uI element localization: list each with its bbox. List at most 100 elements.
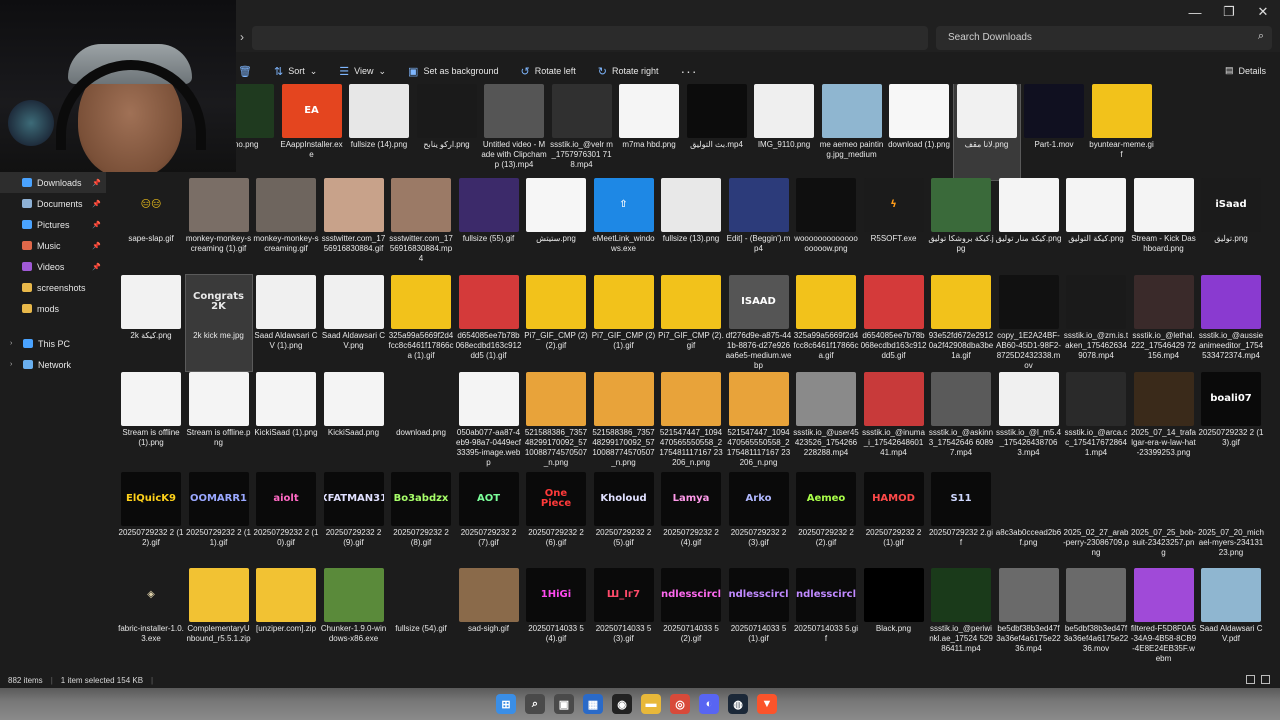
- pin-icon[interactable]: 📌: [92, 200, 101, 208]
- sidebar-item-screenshots[interactable]: screenshots: [0, 277, 106, 298]
- file-item[interactable]: boali07 20250729232 2 (13).gif: [1198, 372, 1264, 468]
- file-item[interactable]: Pi7_GIF_CMP (2).gif: [658, 275, 724, 371]
- file-item[interactable]: كيكة التوليق.png: [1063, 178, 1129, 274]
- file-item[interactable]: ssstik.io_@aussieanimeeditor_17545334723…: [1198, 275, 1264, 371]
- chrome-icon[interactable]: ◎: [670, 694, 690, 714]
- file-item[interactable]: ssstik.io_@periwinkl.ae_17524 52986411.m…: [928, 568, 994, 664]
- file-item[interactable]: woooooooooooooooooow.png: [793, 178, 859, 274]
- file-item[interactable]: ssstik.io_@l_m5.4_175426438706 3.mp4: [996, 372, 1062, 468]
- file-item[interactable]: HAMOD 20250729232 2 (1).gif: [861, 472, 927, 568]
- search-input[interactable]: Search Downloads ⌕: [936, 26, 1272, 50]
- file-item[interactable]: 1HiGi 20250714033 5 (4).gif: [523, 568, 589, 664]
- file-item[interactable]: download.png: [388, 372, 454, 468]
- view-button[interactable]: ☰ View ⌄: [339, 65, 386, 78]
- tiles-view-icon[interactable]: [1261, 675, 1270, 684]
- file-item[interactable]: ssstik.io_@user45423526_1754266228288.mp…: [793, 372, 859, 468]
- file-item[interactable]: 😑😑 sape-slap.gif: [118, 178, 184, 274]
- file-item[interactable]: ϟ R5SOFT.exe: [861, 178, 927, 274]
- file-item[interactable]: OOMARR1 20250729232 2 (11).gif: [186, 472, 252, 568]
- file-item[interactable]: fullsize (14).png: [346, 84, 412, 180]
- file-item[interactable]: 521547447_1094470565550558_2175481117167…: [726, 372, 792, 468]
- file-item[interactable]: Saad Aldawsari CV (1).png: [253, 275, 319, 371]
- close-button[interactable]: ✕: [1246, 0, 1280, 24]
- expand-chevron-icon[interactable]: ›: [10, 361, 18, 368]
- search-icon[interactable]: ⌕: [525, 694, 545, 714]
- sidebar-item-this-pc[interactable]: › This PC: [0, 333, 106, 354]
- file-item[interactable]: a8c3ab0ccead2b6f.png: [996, 472, 1062, 568]
- file-item[interactable]: 2025_07_25_bob-suit-23423257.png: [1131, 472, 1197, 568]
- file-item[interactable]: [unziper.com].zip: [253, 568, 319, 664]
- file-item[interactable]: 050ab077-aa87-4eb9-98a7-0449ecf33395-ima…: [456, 372, 522, 468]
- file-item[interactable]: ISAAD df276d9e-a875-441b-8876-d27e926aa6e…: [726, 275, 792, 371]
- file-item[interactable]: m7ma hbd.png: [616, 84, 682, 180]
- file-item[interactable]: Part-1.mov: [1021, 84, 1087, 180]
- pin-icon[interactable]: 📌: [92, 221, 101, 229]
- file-item[interactable]: be5dbf38b3ed47f3a36ef4a6175e2236.mov: [1063, 568, 1129, 664]
- file-item[interactable]: aiolt 20250729232 2 (10).gif: [253, 472, 319, 568]
- file-item[interactable]: XFATMAN31 20250729232 2 (9).gif: [321, 472, 387, 568]
- delete-button[interactable]: 🗑: [238, 65, 252, 78]
- file-item[interactable]: ssstik.io_@inuma_i_17542648601 41.mp4: [861, 372, 927, 468]
- file-item[interactable]: Kholoud 20250729232 2 (5).gif: [591, 472, 657, 568]
- file-item[interactable]: Bo3abdzx 20250729232 2 (8).gif: [388, 472, 454, 568]
- file-item[interactable]: Ш_Іг7 20250714033 5 (3).gif: [591, 568, 657, 664]
- pin-icon[interactable]: 📌: [92, 263, 101, 271]
- sidebar-item-music[interactable]: Music 📌: [0, 235, 106, 256]
- file-item[interactable]: ارکو ينابح.png: [414, 84, 480, 180]
- file-item[interactable]: ComplementaryUnbound_r5.5.1.zip: [186, 568, 252, 664]
- address-bar[interactable]: [252, 26, 928, 50]
- file-item[interactable]: IMG_9110.png: [751, 84, 817, 180]
- file-item[interactable]: 325a99a5669f2d4fcc8c6461f17866ca.gif: [793, 275, 859, 371]
- file-item[interactable]: ssstwitter.com_1756916830884.gif: [321, 178, 387, 274]
- file-item[interactable]: Congrats 2K 2k kick me.jpg: [184, 274, 253, 372]
- file-item[interactable]: me aemeo painting.jpg_medium: [819, 84, 885, 180]
- sidebar-item-network[interactable]: › Network: [0, 354, 106, 375]
- file-item[interactable]: Stream is offline (1).png: [118, 372, 184, 468]
- file-item[interactable]: بث التوليق.mp4: [684, 84, 750, 180]
- set-as-background-button[interactable]: ▣ Set as background: [408, 65, 498, 78]
- file-item[interactable]: 2k كيكة.png: [118, 275, 184, 371]
- store-icon[interactable]: ▦: [583, 694, 603, 714]
- file-item[interactable]: Lamya 20250729232 2 (4).gif: [658, 472, 724, 568]
- file-item[interactable]: be5dbf38b3ed47f3a36ef4a6175e2236.mp4: [996, 568, 1062, 664]
- file-item[interactable]: monkey-monkey-screaming.gif: [253, 178, 319, 274]
- file-item[interactable]: Pi7_GIF_CMP (2) (2).gif: [523, 275, 589, 371]
- file-item[interactable]: ssstik.io_@velr m_1757976301 718.mp4: [549, 84, 615, 180]
- rotate-right-button[interactable]: ↻ Rotate right: [598, 65, 659, 78]
- file-item[interactable]: Stream is offline.png: [186, 372, 252, 468]
- steam-icon[interactable]: ◍: [728, 694, 748, 714]
- file-item[interactable]: Aemeo 20250729232 2 (2).gif: [793, 472, 859, 568]
- details-view-icon[interactable]: [1246, 675, 1255, 684]
- file-item[interactable]: Black.png: [861, 568, 927, 664]
- sidebar-item-downloads[interactable]: Downloads 📌: [0, 172, 106, 193]
- file-item[interactable]: endlesscircle 20250714033 5.gif: [793, 568, 859, 664]
- file-item[interactable]: One Piece 20250729232 2 (6).gif: [523, 472, 589, 568]
- file-item[interactable]: ستيتش.png: [523, 178, 589, 274]
- file-item[interactable]: Arko 20250729232 2 (3).gif: [726, 472, 792, 568]
- pin-icon[interactable]: 📌: [92, 242, 101, 250]
- sort-button[interactable]: ⇅ Sort ⌄: [274, 65, 317, 78]
- file-item[interactable]: S11 20250729232 2.gif: [928, 472, 994, 568]
- discord-icon[interactable]: ◐: [699, 694, 719, 714]
- file-item[interactable]: Saad Aldawsari CV.pdf: [1198, 568, 1264, 664]
- pin-icon[interactable]: 📌: [92, 179, 101, 187]
- file-item[interactable]: 521547447_1094470565550558_2175481117167…: [658, 372, 724, 468]
- file-item[interactable]: كيكة منار توليق.png: [996, 178, 1062, 274]
- file-item[interactable]: ElQuicK9 20250729232 2 (12).gif: [118, 472, 184, 568]
- file-item[interactable]: d654085ee7b78b068ecdbd163c912dd5.gif: [861, 275, 927, 371]
- search-icon[interactable]: ⌕: [1258, 30, 1264, 43]
- maximize-button[interactable]: ❐: [1212, 0, 1246, 24]
- file-item[interactable]: fullsize (54).gif: [388, 568, 454, 664]
- minimize-button[interactable]: —: [1178, 0, 1212, 24]
- file-item[interactable]: filtered-F5D8F0A5-34A9-4B58-8CB9-4E8E24E…: [1131, 568, 1197, 664]
- start-icon[interactable]: ⊞: [496, 694, 516, 714]
- file-item[interactable]: كيكة بروشكا توليق.jpg: [928, 178, 994, 274]
- sidebar-item-documents[interactable]: Documents 📌: [0, 193, 106, 214]
- more-options-button[interactable]: ···: [681, 63, 698, 79]
- file-item[interactable]: لانا مقف.png: [952, 84, 1021, 181]
- file-item[interactable]: sad-sigh.gif: [456, 568, 522, 664]
- file-item[interactable]: 521588386_735748299170092_57100887745705…: [591, 372, 657, 468]
- file-item[interactable]: ssstik.io_@zm.is.taken_1754626349078.mp4: [1063, 275, 1129, 371]
- file-item[interactable]: d654085ee7b78b068ecdbd163c912dd5 (1).gif: [456, 275, 522, 371]
- file-item[interactable]: fullsize (13).png: [658, 178, 724, 274]
